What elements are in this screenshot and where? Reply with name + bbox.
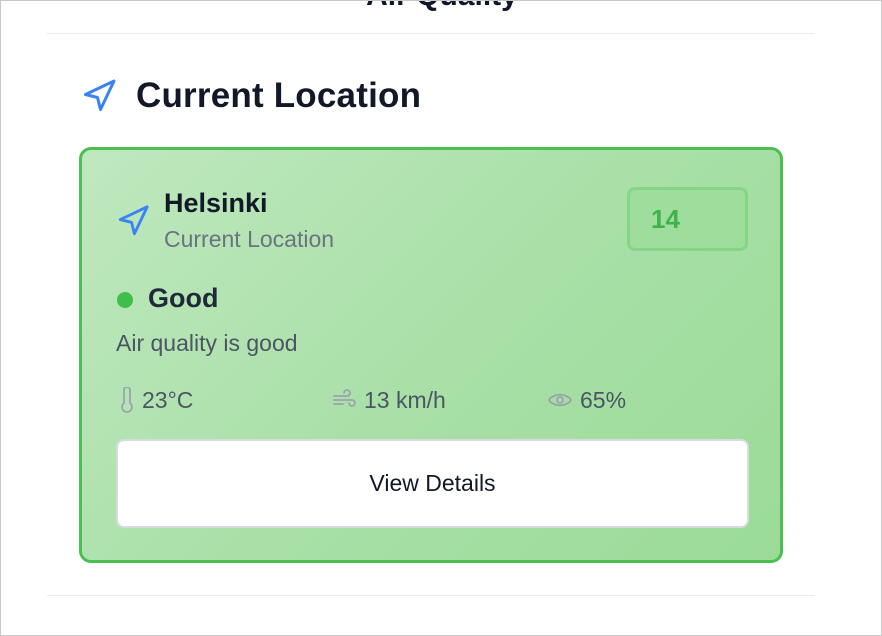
- navigation-arrow-icon: [116, 204, 150, 238]
- page-title: Air Quality: [1, 1, 881, 13]
- visibility-metric: 65%: [548, 384, 626, 416]
- status-dot: [117, 292, 133, 308]
- location-card: Helsinki Current Location 14 Good Air qu…: [79, 147, 783, 563]
- eye-icon: [548, 391, 572, 409]
- thermometer-icon: [120, 387, 134, 413]
- wind-value: 13 km/h: [364, 386, 446, 413]
- section-header: Current Location: [81, 75, 421, 117]
- navigation-arrow-icon: [81, 78, 117, 114]
- app-window: Air Quality Current Location Helsinki Cu…: [0, 0, 882, 636]
- city-name: Helsinki: [164, 188, 268, 218]
- aqi-value: 14: [651, 203, 680, 234]
- aqi-badge: 14: [627, 187, 748, 251]
- section-title: Current Location: [136, 76, 422, 115]
- status-label: Good: [148, 283, 219, 313]
- temperature-value: 23°C: [142, 386, 194, 413]
- wind-metric: 13 km/h: [332, 384, 446, 416]
- location-label: Current Location: [164, 226, 335, 252]
- temperature-metric: 23°C: [120, 384, 193, 416]
- wind-icon: [332, 389, 356, 411]
- bottom-divider: [47, 595, 815, 596]
- view-details-button[interactable]: View Details: [116, 439, 749, 528]
- visibility-value: 65%: [580, 386, 627, 413]
- top-divider: [47, 33, 815, 34]
- status-description: Air quality is good: [116, 330, 298, 356]
